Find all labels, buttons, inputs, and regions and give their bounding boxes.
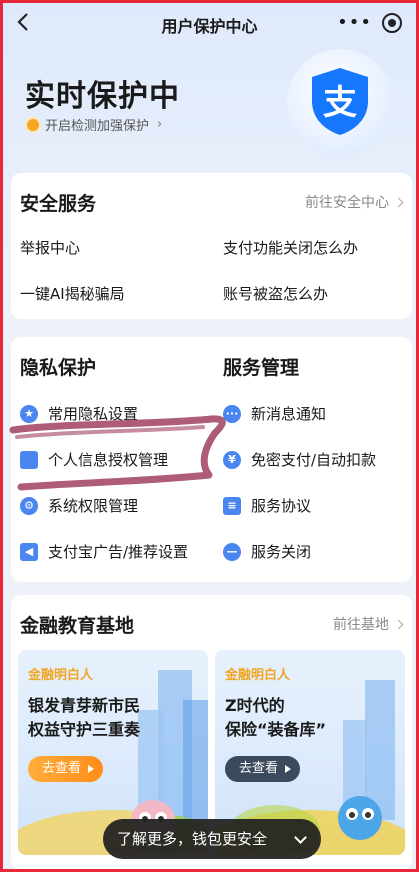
security-services-title: 安全服务 [20,193,97,215]
enable-detection-link[interactable]: 开启检测加强保护 › [27,115,162,134]
password-free-payment-item[interactable]: ¥ 免密支付/自动扣款 [223,449,376,470]
ad-recommendation-settings-label: 支付宝广告/推荐设置 [48,543,189,561]
privacy-settings-item[interactable]: ★ 常用隐私设置 [20,403,138,424]
learn-more-label: 了解更多，钱包更安全 [117,830,268,848]
service-agreement-item[interactable]: ≡ 服务协议 [223,495,311,516]
personal-info-authorization-item[interactable]: 个人信息授权管理 [20,449,168,470]
service-agreement-label: 服务协议 [251,497,312,515]
privacy-settings-label: 常用隐私设置 [48,405,139,423]
chevron-down-icon [294,831,307,844]
account-stolen-help-link[interactable]: 账号被盗怎么办 [223,283,328,304]
privacy-title: 隐私保护 [20,357,97,379]
report-center-link[interactable]: 举报中心 [20,237,80,258]
screen-frame: 用户保护中心 ••• 实时保护中 开启检测加强保护 › 支 安全服务 前往安全中… [0,0,419,872]
service-close-item[interactable]: — 服务关闭 [223,541,311,562]
ai-scam-reveal-link[interactable]: 一键AI揭秘骗局 [20,283,125,304]
service-close-label: 服务关闭 [251,543,312,561]
enable-detection-label: 开启检测加强保护 [45,119,150,134]
gear-icon: ⚙ [20,496,38,515]
close-miniapp-icon[interactable] [382,13,402,33]
ad-recommendation-settings-item[interactable]: ◀ 支付宝广告/推荐设置 [20,541,188,562]
minus-circle-icon: — [223,542,241,561]
alipay-logo-char: 支 [323,83,357,123]
finance-education-title: 金融教育基地 [20,615,135,637]
goto-base-link[interactable]: 前往基地 [333,614,404,634]
goto-base-label: 前往基地 [333,617,389,633]
personal-info-authorization-label: 个人信息授权管理 [48,451,169,469]
nav-bar: 用户保护中心 ••• [3,3,416,43]
new-message-notification-item[interactable]: ··· 新消息通知 [223,403,326,424]
system-permissions-item[interactable]: ⚙ 系统权限管理 [20,495,138,516]
headline-line: Z时代的 [225,696,285,715]
chevron-right-icon [393,619,404,630]
yuan-icon: ¥ [223,450,241,469]
finance-tag: 金融明白人 [28,668,94,683]
headline-line: 银发青芽新市民 [28,696,141,715]
alipay-shield-logo: 支 [287,49,393,155]
finance-card-headline: Z时代的 保险“装备库” [225,694,326,742]
headline-line: 权益守护三重奏 [28,720,141,739]
new-message-notification-label: 新消息通知 [251,405,327,423]
document-icon: ≡ [223,496,241,515]
goto-security-center-link[interactable]: 前往安全中心 [305,192,404,212]
privacy-service-card: 隐私保护 服务管理 ★ 常用隐私设置 个人信息授权管理 ⚙ 系统权限管理 ◀ 支… [11,337,412,582]
goto-security-center-label: 前往安全中心 [305,195,389,211]
warning-dot-icon [27,118,39,131]
chevron-right-icon: › [157,117,163,132]
finance-tag: 金融明白人 [225,668,291,683]
more-menu-icon[interactable]: ••• [337,14,372,32]
view-button[interactable]: 去查看 [28,756,104,782]
view-button[interactable]: 去查看 [225,756,301,782]
finance-card-headline: 银发青芽新市民 权益守护三重奏 [28,694,140,742]
payment-disabled-help-link[interactable]: 支付功能关闭怎么办 [223,237,358,258]
protection-status-title: 实时保护中 [25,79,180,114]
learn-more-floating-button[interactable]: 了解更多，钱包更安全 [103,819,321,859]
star-icon: ★ [20,404,38,423]
headline-line: 保险“装备库” [225,720,327,739]
chat-bubble-icon: ··· [223,404,241,423]
system-permissions-label: 系统权限管理 [48,497,139,515]
folder-icon [20,450,38,469]
chevron-right-icon [393,197,404,208]
service-management-title: 服务管理 [223,357,300,379]
password-free-payment-label: 免密支付/自动扣款 [251,451,377,469]
security-services-card: 安全服务 前往安全中心 举报中心 支付功能关闭怎么办 一键AI揭秘骗局 账号被盗… [11,173,412,319]
speaker-icon: ◀ [20,542,38,561]
